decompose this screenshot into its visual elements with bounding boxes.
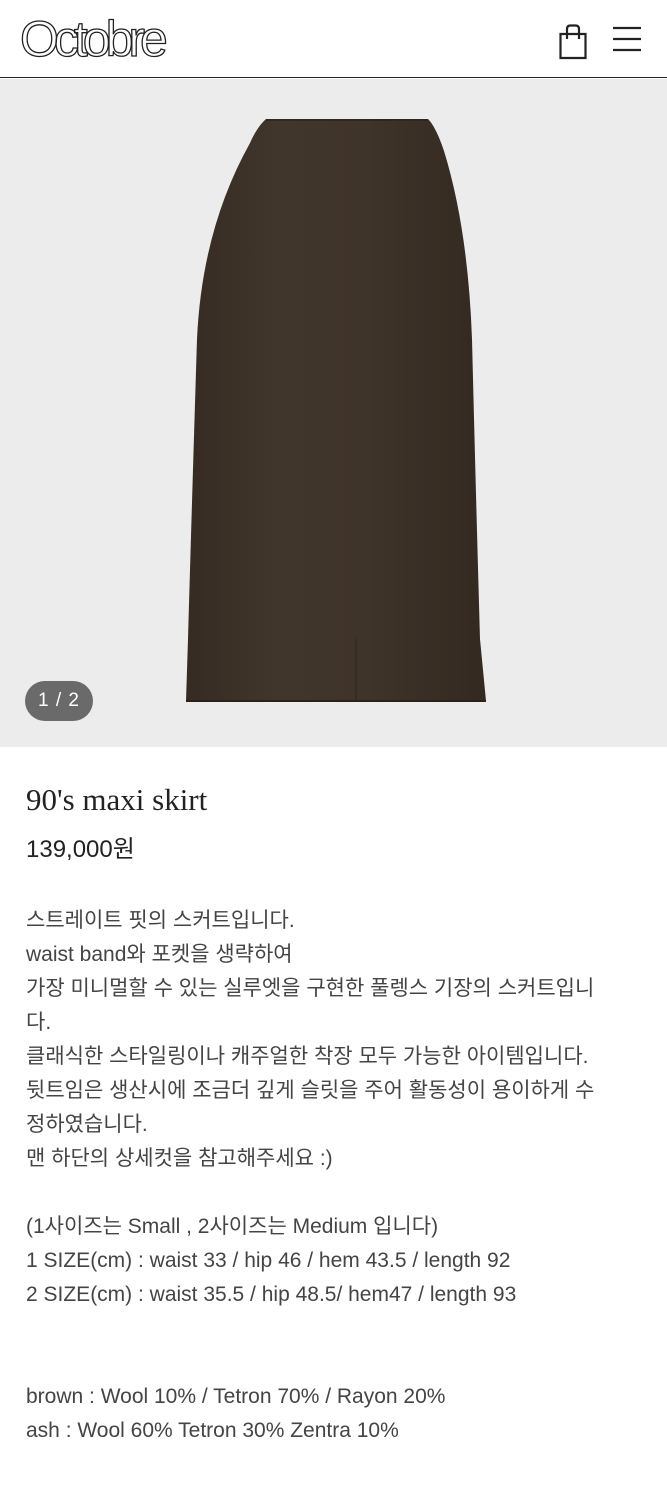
site-header: Octobre	[0, 0, 667, 78]
image-counter: 1 / 2	[25, 681, 93, 721]
shopping-bag-icon[interactable]	[558, 24, 588, 60]
material-line: ash : Wool 60% Tetron 30% Zentra 10%	[26, 1419, 399, 1442]
description-line: 다.	[26, 1011, 52, 1034]
description-line: 맨 하단의 상세컷을 참고해주세요 :)	[26, 1147, 333, 1170]
description-line: 클래식한 스타일링이나 캐주얼한 착장 모두 가능한 아이템입니다.	[26, 1045, 589, 1068]
brand-logo[interactable]: Octobre	[19, 13, 168, 64]
description-line: 뒷트임은 생산시에 조금더 깊게 슬릿을 주어 활동성이 용이하게 수	[26, 1079, 595, 1102]
size-line: 1 SIZE(cm) : waist 33 / hip 46 / hem 43.…	[26, 1249, 511, 1272]
description-line: 정하였습니다.	[26, 1113, 148, 1136]
size-line: 2 SIZE(cm) : waist 35.5 / hip 48.5/ hem4…	[26, 1283, 517, 1306]
product-image-gallery[interactable]	[0, 79, 667, 747]
product-title: 90's maxi skirt	[26, 782, 208, 817]
description-line: waist band와 포켓을 생략하여	[26, 943, 293, 966]
product-info: 90's maxi skirt 139,000원	[26, 780, 646, 866]
material-line: brown : Wool 10% / Tetron 70% / Rayon 20…	[26, 1385, 446, 1408]
size-line: (1사이즈는 Small , 2사이즈는 Medium 입니다)	[26, 1215, 439, 1238]
hamburger-menu-icon[interactable]	[612, 26, 642, 52]
product-image	[186, 119, 486, 702]
description-line: 가장 미니멀할 수 있는 실루엣을 구현한 풀렝스 기장의 스커트입니	[26, 977, 595, 1000]
description-line: 스트레이트 핏의 스커트입니다.	[26, 909, 295, 932]
product-description: 스트레이트 핏의 스커트입니다. waist band와 포켓을 생략하여 가장…	[26, 904, 636, 1448]
product-price: 139,000원	[26, 836, 135, 863]
